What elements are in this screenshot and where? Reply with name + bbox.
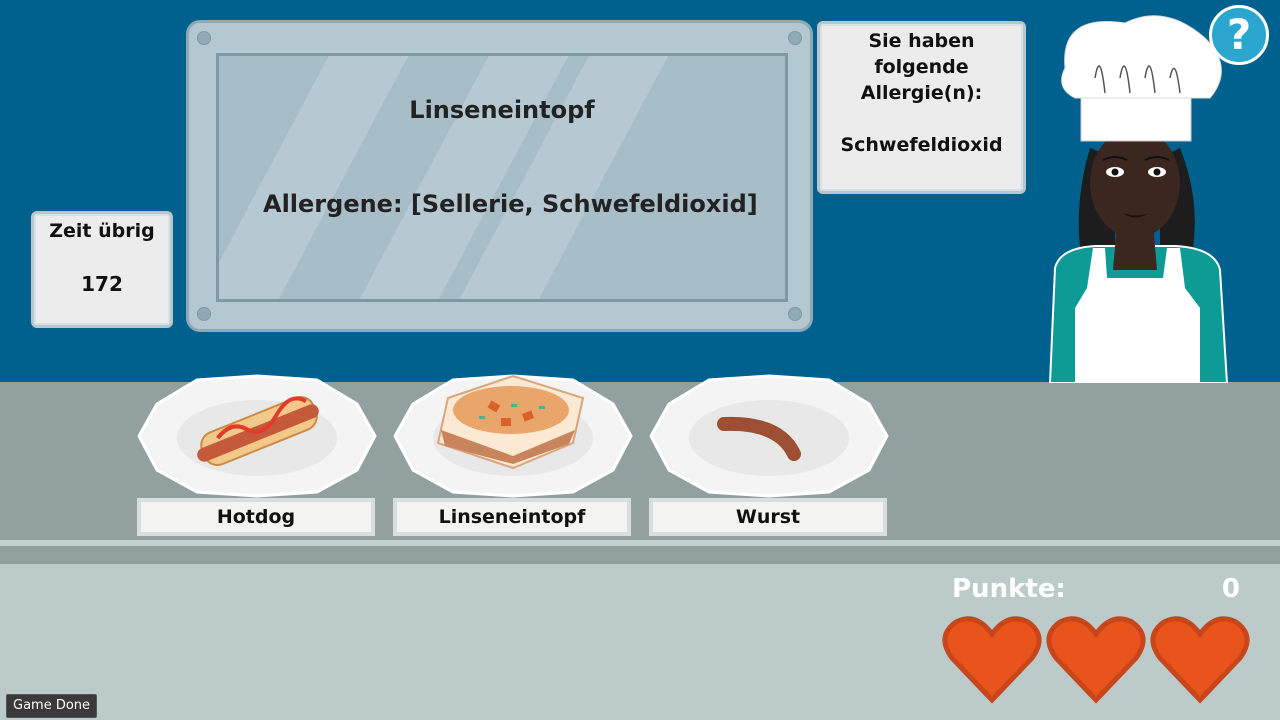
timer-value: 172: [81, 272, 123, 296]
menu-board-panel: Linseneintopf Allergene: [Sellerie, Schw…: [216, 53, 788, 302]
chef-character: [1048, 15, 1229, 383]
bolt-icon: [788, 31, 802, 45]
allergy-heading: Sie haben folgende Allergie(n):: [860, 30, 983, 104]
bolt-icon: [197, 31, 211, 45]
plate-hotdog[interactable]: [137, 374, 377, 498]
timer-panel: Zeit übrig 172: [31, 211, 173, 328]
dish-label-sausage[interactable]: Wurst: [649, 498, 887, 536]
dish-label-text: Linseneintopf: [397, 502, 627, 532]
dish-label-stew[interactable]: Linseneintopf: [393, 498, 631, 536]
plate-stew[interactable]: [393, 374, 633, 498]
bolt-icon: [197, 307, 211, 321]
counter-lip: [0, 546, 1280, 564]
score-label: Punkte:: [952, 574, 1066, 604]
plate-sausage[interactable]: [649, 374, 889, 498]
score-value: 0: [1221, 574, 1240, 604]
dish-label-text: Hotdog: [141, 502, 371, 532]
dish-allergens: Allergene: [Sellerie, Schwefeldioxid]: [263, 190, 758, 218]
allergy-panel: Sie haben folgende Allergie(n): Schwefel…: [817, 21, 1026, 194]
dish-label-hotdog[interactable]: Hotdog: [137, 498, 375, 536]
menu-board: Linseneintopf Allergene: [Sellerie, Schw…: [186, 20, 813, 332]
bolt-icon: [788, 307, 802, 321]
allergy-value: Schwefeldioxid: [840, 134, 1003, 156]
dish-label-text: Wurst: [653, 502, 883, 532]
heart-icon: [1150, 616, 1250, 704]
heart-icon: [1046, 616, 1146, 704]
heart-icon: [942, 616, 1042, 704]
dish-title: Linseneintopf: [409, 96, 595, 124]
game-done-button[interactable]: Game Done: [6, 694, 98, 718]
help-button[interactable]: ?: [1209, 5, 1269, 65]
timer-label: Zeit übrig: [49, 220, 155, 242]
